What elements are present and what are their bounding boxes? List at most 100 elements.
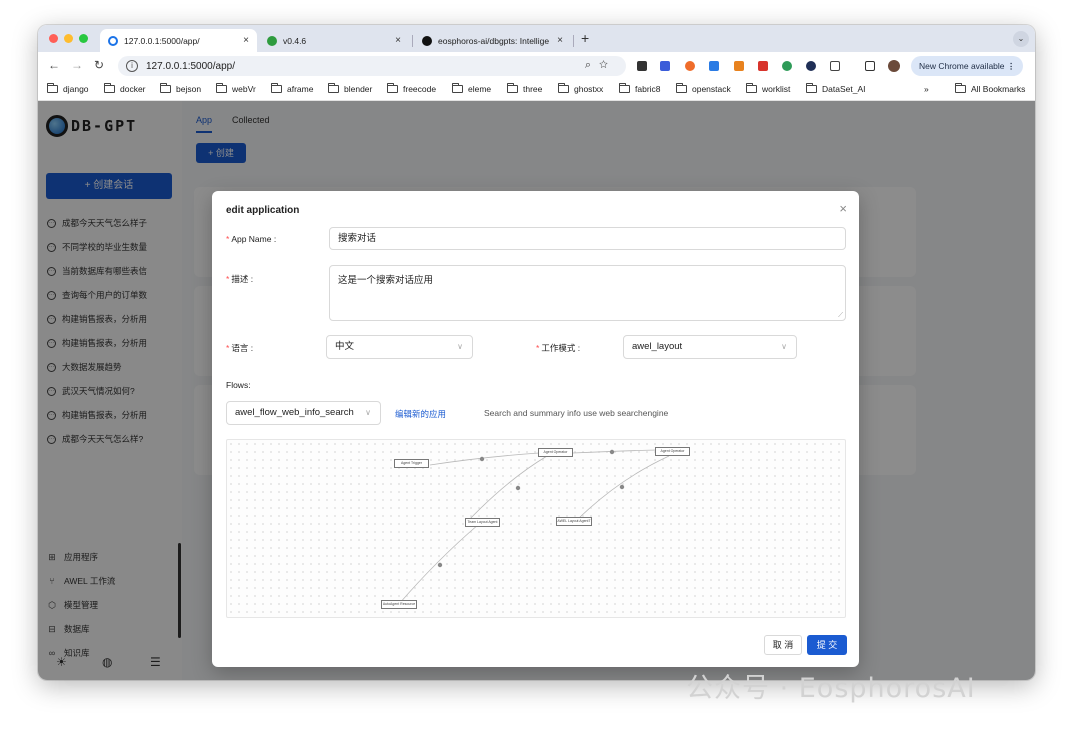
flow-canvas[interactable]: Agent Trigger Agent Operator Agent Opera…: [226, 439, 846, 618]
flow-node[interactable]: Agent Trigger: [394, 459, 429, 468]
flow-select[interactable]: awel_flow_web_info_search ∨: [226, 401, 381, 425]
bookmark-folder[interactable]: webVr: [216, 83, 256, 94]
new-tab-button[interactable]: +: [581, 30, 589, 46]
folder-icon: [271, 83, 282, 93]
language-label: * 语言 :: [226, 343, 254, 353]
bookmark-folder[interactable]: bejson: [160, 83, 201, 94]
flow-node[interactable]: Agent Operator: [655, 447, 690, 456]
folder-icon: [452, 83, 463, 93]
resize-handle-icon[interactable]: ⟋: [838, 312, 843, 320]
folder-icon: [47, 83, 58, 93]
bookmark-star-icon[interactable]: ☆: [599, 59, 616, 71]
folder-icon: [104, 83, 115, 93]
flow-node[interactable]: AutoAgent Resource: [381, 600, 417, 609]
chevron-down-icon: ∨: [781, 342, 787, 351]
chevron-down-icon: ∨: [457, 342, 463, 351]
bookmark-folder[interactable]: django: [47, 83, 89, 94]
bookmark-folder[interactable]: blender: [328, 83, 372, 94]
tab-separator: [412, 35, 413, 47]
avatar[interactable]: [888, 60, 900, 72]
zoom-icon[interactable]: ⌕: [585, 59, 599, 71]
tab-title: 127.0.0.1:5000/app/: [124, 35, 200, 46]
submit-button[interactable]: 提 交: [807, 635, 847, 655]
flow-node[interactable]: Team Layout Agent: [465, 518, 500, 527]
browser-tab-github[interactable]: eosphoros-ai/dbgpts: Intellige ×: [414, 29, 571, 52]
side-panel-icon[interactable]: [865, 61, 875, 71]
chevron-down-icon: ∨: [365, 408, 371, 417]
language-select[interactable]: 中文 ∨: [326, 335, 473, 359]
flows-label: Flows:: [226, 380, 251, 390]
bookmark-folder[interactable]: three: [507, 83, 542, 94]
flow-description: Search and summary info use web searchen…: [484, 408, 669, 418]
gitbook-tab-icon: [267, 35, 277, 46]
address-tools: ⌕☆: [585, 59, 616, 72]
back-icon[interactable]: ←: [48, 58, 60, 72]
folder-icon: [676, 83, 687, 93]
bookmark-folder[interactable]: ghostxx: [558, 83, 603, 94]
edit-application-dialog: edit application × * App Name : 搜索对话 * 描述 …: [212, 191, 859, 667]
extensions-puzzle-icon[interactable]: [830, 61, 840, 71]
minimize-window-button[interactable]: [64, 34, 73, 43]
cancel-button[interactable]: 取 消: [764, 635, 802, 655]
folder-icon: [160, 83, 171, 93]
flow-node[interactable]: AWEL Layout AgentT: [556, 517, 592, 526]
dbgpt-app: DB-GPT + 创建会话 ··· 成都今天天气怎么样子 ··· 不同学校的毕业生数…: [38, 101, 1035, 680]
address-bar[interactable]: i 127.0.0.1:5000/app/ ⌕☆: [118, 56, 626, 76]
tab-title: v0.4.6: [283, 35, 307, 46]
work-mode-select[interactable]: awel_layout ∨: [623, 335, 797, 359]
browser-window: 127.0.0.1:5000/app/ × v0.4.6 × eosphoros…: [38, 25, 1035, 680]
new-chrome-label: New Chrome available: [919, 61, 1005, 71]
edit-new-app-link[interactable]: 编辑新的应用: [395, 408, 446, 420]
metamask-icon[interactable]: [734, 61, 744, 71]
extension-icon[interactable]: [709, 61, 719, 71]
extension-icon[interactable]: [782, 61, 792, 71]
app-name-input[interactable]: 搜索对话: [329, 227, 846, 250]
folder-icon: [619, 83, 630, 93]
bookmark-folder[interactable]: worklist: [746, 83, 790, 94]
bookmark-folder[interactable]: docker: [104, 83, 146, 94]
close-tab-icon[interactable]: ×: [557, 35, 563, 46]
extension-icon[interactable]: [758, 61, 768, 71]
all-bookmarks-folder[interactable]: All Bookmarks: [955, 83, 1025, 94]
app-name-label: * App Name :: [226, 234, 277, 244]
bookmark-folder[interactable]: openstack: [676, 83, 731, 94]
bookmark-folder[interactable]: fabric8: [619, 83, 661, 94]
flow-node[interactable]: Agent Operator: [538, 448, 573, 457]
folder-icon: [387, 83, 398, 93]
close-tab-icon[interactable]: ×: [395, 35, 401, 46]
close-icon[interactable]: ×: [839, 201, 847, 216]
tab-separator: [573, 35, 574, 47]
forward-icon[interactable]: →: [71, 58, 83, 72]
flow-edges: [398, 449, 670, 605]
bookmarks-bar: django docker bejson webVr aframe blende…: [38, 79, 1035, 101]
browser-tab-release[interactable]: v0.4.6 ×: [259, 29, 409, 52]
extension-icon[interactable]: [660, 61, 670, 71]
bookmark-folder[interactable]: aframe: [271, 83, 313, 94]
bookmark-folder[interactable]: eleme: [452, 83, 491, 94]
close-window-button[interactable]: [49, 34, 58, 43]
browser-toolbar: ← → ↻ i 127.0.0.1:5000/app/ ⌕☆ New Chrom…: [38, 52, 1035, 79]
folder-icon: [328, 83, 339, 93]
bookmark-folder[interactable]: freecode: [387, 83, 436, 94]
work-mode-label: * 工作模式 :: [536, 343, 581, 353]
browser-tab-app[interactable]: 127.0.0.1:5000/app/ ×: [100, 29, 257, 52]
extension-icon[interactable]: [685, 61, 695, 71]
site-info-icon[interactable]: i: [126, 60, 138, 72]
bookmark-folder[interactable]: DataSet_AI: [806, 83, 865, 94]
maximize-window-button[interactable]: [79, 34, 88, 43]
folder-icon: [558, 83, 569, 93]
kebab-menu-icon[interactable]: ⋮: [1007, 61, 1016, 71]
tab-search-button[interactable]: ⌄: [1013, 31, 1029, 47]
close-tab-icon[interactable]: ×: [243, 35, 249, 46]
github-tab-icon: [422, 35, 432, 46]
extension-icon[interactable]: [637, 61, 647, 71]
new-chrome-available-button[interactable]: New Chrome available ⋮: [911, 56, 1024, 76]
extension-icon[interactable]: [806, 61, 816, 71]
bookmarks-overflow-icon[interactable]: »: [924, 84, 929, 94]
description-label: * 描述 :: [226, 274, 254, 284]
tab-strip: 127.0.0.1:5000/app/ × v0.4.6 × eosphoros…: [38, 25, 1035, 52]
reload-icon[interactable]: ↻: [94, 58, 104, 72]
wechat-watermark: 公众号 · EosphorosAI: [686, 673, 976, 704]
description-textarea[interactable]: 这是一个搜索对话应用 ⟋: [329, 265, 846, 321]
folder-icon: [955, 83, 966, 93]
